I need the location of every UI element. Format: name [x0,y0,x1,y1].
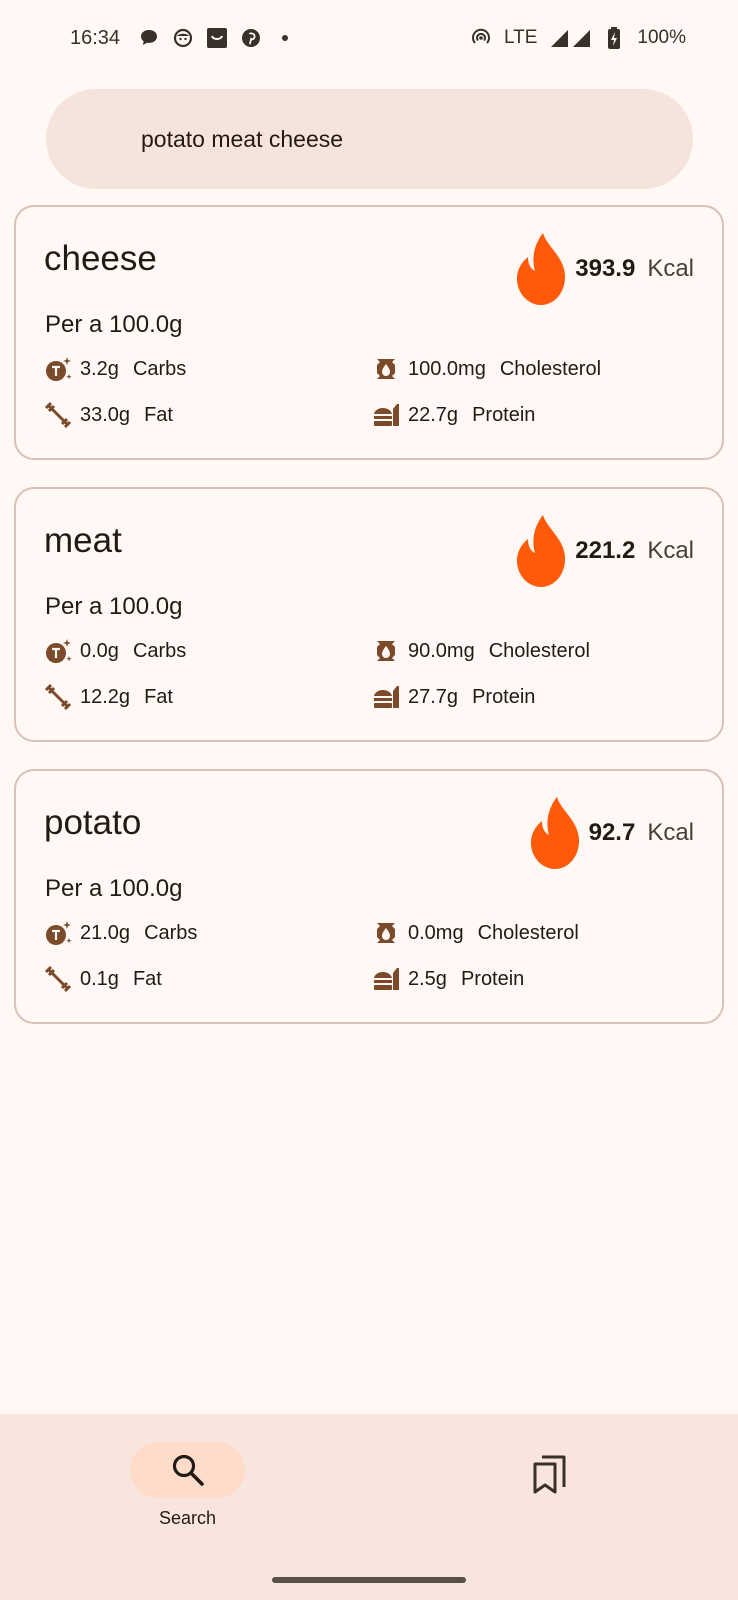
calories: 393.9 Kcal [513,231,694,307]
fitness-icon [44,965,72,993]
hotspot-icon [470,27,492,49]
kcal-value: 92.7 [588,819,636,846]
kcal-unit: Kcal [647,255,694,282]
protein-icon [374,968,399,990]
pinterest-icon [240,27,262,49]
food-name: cheese [44,239,157,278]
nav-search-label: Search [158,1508,217,1528]
kcal-unit: Kcal [647,537,694,564]
nav-item-search[interactable]: Search [130,1442,245,1542]
bookmarks-icon [533,1455,566,1494]
status-time: 16:34 [70,26,121,49]
cholesterol-value: 100.0mg [408,357,486,380]
food-name: potato [44,803,142,842]
signal-icon [549,28,591,48]
status-left: 16:34 [70,27,296,50]
serving-size: Per a 100.0g [45,311,183,338]
kcal-value: 221.2 [575,537,636,564]
cholesterol-label: Cholesterol [488,639,590,662]
network-type: LTE [503,27,538,48]
nutrient-fat: 33.0g Fat [44,401,173,429]
nutrient-cholesterol: 100.0mg Cholesterol [372,355,601,383]
flame-icon [517,233,566,305]
cholesterol-label: Cholesterol [477,921,579,944]
battery-charging-icon [603,27,625,49]
cholesterol-icon [377,641,395,661]
calories: 92.7 Kcal [527,795,694,871]
fat-value: 33.0g [80,403,131,426]
cholesterol-icon [377,923,395,943]
fat-label: Fat [144,403,173,426]
calories: 221.2 Kcal [513,513,694,589]
dot-icon [274,27,296,49]
inbox-icon [206,27,228,49]
home-indicator[interactable] [272,1577,466,1583]
face-icon [172,27,194,49]
carbs-label: Carbs [132,639,187,662]
nutrient-protein: 2.5g Protein [372,965,524,993]
chat-bubble-icon [138,27,160,49]
cholesterol-icon [377,359,395,379]
protein-value: 27.7g [408,685,459,708]
kcal-value: 393.9 [575,255,636,282]
carbs-value: 0.0g [80,639,119,662]
nutrient-cholesterol: 0.0mg Cholesterol [372,919,579,947]
nav-item-saved[interactable] [520,1446,580,1502]
protein-icon [374,686,399,708]
fat-label: Fat [132,967,162,990]
nutrient-carbs: 21.0g Carbs [44,919,197,947]
status-right: LTE 100% [470,27,686,49]
food-card[interactable]: potato 92.7 Kcal Per a 100.0g 21.0g Carb… [14,769,724,1024]
nutrient-carbs: 0.0g Carbs [44,637,186,665]
fat-label: Fat [144,685,173,708]
nav-search-pill[interactable] [130,1442,245,1498]
carbs-value: 3.2g [80,357,119,380]
bottom-navigation: Search [0,1414,738,1600]
nutrient-carbs: 3.2g Carbs [44,355,186,383]
carbs-value: 21.0g [80,921,131,944]
carbs-icon [46,921,72,945]
carbs-label: Carbs [144,921,198,944]
carbs-icon [46,639,72,663]
carbs-label: Carbs [132,357,187,380]
protein-label: Protein [460,967,525,990]
nutrient-fat: 12.2g Fat [44,683,173,711]
search-icon [172,1454,204,1486]
protein-value: 2.5g [408,967,447,990]
food-card[interactable]: meat 221.2 Kcal Per a 100.0g 0.0g Carbs … [14,487,724,742]
carbs-icon [46,357,72,381]
status-bar: 16:34 LTE 100% [0,0,738,76]
flame-icon [530,797,579,869]
cholesterol-label: Cholesterol [499,357,602,380]
protein-label: Protein [472,685,536,708]
app-screen: 16:34 LTE 100% potato meat cheese cheese… [0,0,738,1600]
protein-icon [374,404,399,426]
serving-size: Per a 100.0g [45,875,183,902]
protein-label: Protein [472,403,536,426]
battery-level: 100% [637,27,686,48]
cholesterol-value: 90.0mg [408,639,475,662]
nutrient-cholesterol: 90.0mg Cholesterol [372,637,590,665]
fitness-icon [44,683,72,711]
nutrient-fat: 0.1g Fat [44,965,162,993]
flame-icon [517,515,566,587]
cholesterol-value: 0.0mg [408,921,464,944]
fat-value: 0.1g [80,967,119,990]
search-input[interactable] [141,125,693,153]
food-card[interactable]: cheese 393.9 Kcal Per a 100.0g 3.2g Carb… [14,205,724,460]
nutrient-protein: 27.7g Protein [372,683,535,711]
nutrient-protein: 22.7g Protein [372,401,535,429]
serving-size: Per a 100.0g [45,593,183,620]
fitness-icon [44,401,72,429]
search-bar[interactable] [46,89,693,189]
kcal-unit: Kcal [647,819,694,846]
food-name: meat [44,521,122,560]
protein-value: 22.7g [408,403,459,426]
fat-value: 12.2g [80,685,131,708]
